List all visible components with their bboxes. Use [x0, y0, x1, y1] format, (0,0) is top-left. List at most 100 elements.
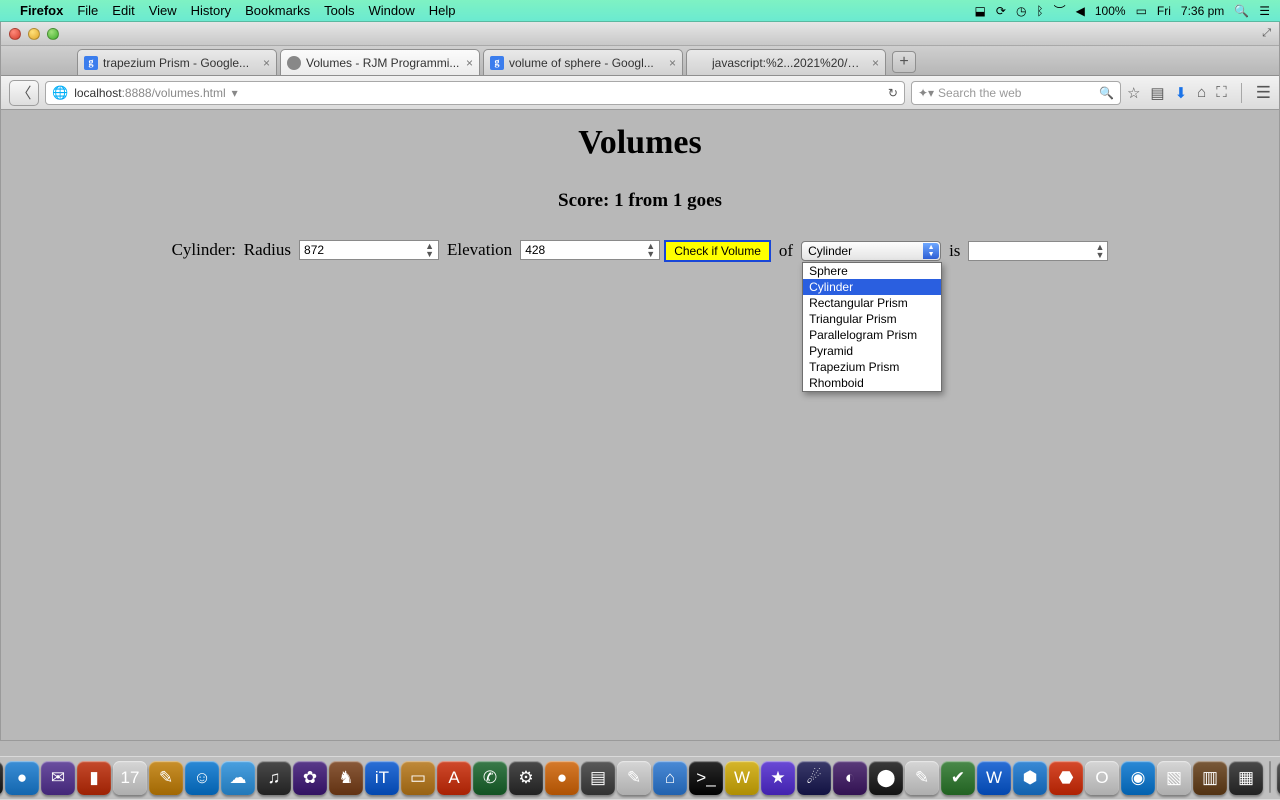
search-engine-icon[interactable]: ✦▾	[918, 86, 934, 100]
dock-app-6[interactable]: ✎	[149, 761, 183, 795]
dock-app-12[interactable]: iT	[365, 761, 399, 795]
tab-1[interactable]: Volumes - RJM Programmi...×	[280, 49, 480, 75]
menu-bookmarks[interactable]: Bookmarks	[245, 3, 310, 18]
dock-app-13[interactable]: ▭	[401, 761, 435, 795]
sync-icon[interactable]: ⟳	[996, 4, 1006, 18]
search-field[interactable]: ✦▾ Search the web 🔍	[911, 81, 1121, 105]
downloads-icon[interactable]: ⬇	[1175, 84, 1188, 102]
tab-0[interactable]: gtrapezium Prism - Google...×	[77, 49, 277, 75]
notification-center-icon[interactable]: ☰	[1259, 4, 1270, 18]
radius-stepper[interactable]: ▲▼	[425, 242, 434, 258]
url-dropdown-icon[interactable]: ▾	[232, 86, 238, 100]
clock-time[interactable]: 7:36 pm	[1181, 4, 1224, 18]
new-tab-button[interactable]: +	[892, 51, 916, 73]
zoom-window-button[interactable]	[47, 28, 59, 40]
dock-app-30[interactable]: ⬢	[1013, 761, 1047, 795]
clipboard-icon[interactable]: ▤	[1150, 84, 1164, 102]
dock-app-23[interactable]: ★	[761, 761, 795, 795]
dock-app-8[interactable]: ☁	[221, 761, 255, 795]
dock-app-24[interactable]: ☄	[797, 761, 831, 795]
menu-window[interactable]: Window	[369, 3, 415, 18]
dock-app-15[interactable]: ✆	[473, 761, 507, 795]
dock-app-20[interactable]: ⌂	[653, 761, 687, 795]
shape-option-sphere[interactable]: Sphere	[803, 263, 941, 279]
home-icon[interactable]: ⌂	[1197, 84, 1206, 101]
dock-app-19[interactable]: ✎	[617, 761, 651, 795]
dock-app-36[interactable]: ▦	[1229, 761, 1263, 795]
dock-app-34[interactable]: ▧	[1157, 761, 1191, 795]
tab-3[interactable]: javascript:%2...2021%20/%2021×	[686, 49, 886, 75]
clock-day[interactable]: Fri	[1157, 4, 1171, 18]
site-identity-icon[interactable]: 🌐	[52, 85, 68, 101]
minimize-window-button[interactable]	[28, 28, 40, 40]
radius-input[interactable]: 872 ▲▼	[299, 240, 439, 260]
spotlight-icon[interactable]: 🔍	[1234, 4, 1249, 18]
menu-help[interactable]: Help	[429, 3, 456, 18]
dock-app-4[interactable]: ▮	[77, 761, 111, 795]
shape-option-triangular-prism[interactable]: Triangular Prism	[803, 311, 941, 327]
shape-option-rectangular-prism[interactable]: Rectangular Prism	[803, 295, 941, 311]
back-button[interactable]: 〈	[9, 80, 39, 106]
answer-stepper[interactable]: ▲▼	[1096, 243, 1105, 259]
shape-option-cylinder[interactable]: Cylinder	[803, 279, 941, 295]
dock-app-31[interactable]: ⬣	[1049, 761, 1083, 795]
shape-option-pyramid[interactable]: Pyramid	[803, 343, 941, 359]
dock-app-26[interactable]: ⬤	[869, 761, 903, 795]
dock-app-33[interactable]: ◉	[1121, 761, 1155, 795]
shape-option-rhomboid[interactable]: Rhomboid	[803, 375, 941, 391]
shape-select[interactable]: Cylinder ▲▼ SphereCylinderRectangular Pr…	[801, 241, 941, 261]
url-field[interactable]: 🌐 localhost:8888/volumes.html ▾ ↻	[45, 81, 905, 105]
bookmark-star-icon[interactable]: ☆	[1127, 84, 1140, 102]
dropbox-icon[interactable]: ⬓	[975, 4, 986, 18]
menu-view[interactable]: View	[149, 3, 177, 18]
dock-app-21[interactable]: >_	[689, 761, 723, 795]
fullscreen-toggle-icon[interactable]: ⤢	[1262, 27, 1271, 40]
tab-close-icon[interactable]: ×	[263, 56, 270, 70]
tab-close-icon[interactable]: ×	[466, 56, 473, 70]
dock-app-18[interactable]: ▤	[581, 761, 615, 795]
dock-app-10[interactable]: ✿	[293, 761, 327, 795]
tab-close-icon[interactable]: ×	[872, 56, 879, 70]
dock-app-35[interactable]: ▥	[1193, 761, 1227, 795]
menu-history[interactable]: History	[191, 3, 231, 18]
volume-answer-input[interactable]: ▲▼	[968, 241, 1108, 261]
dock-app-1[interactable]: ✦	[0, 761, 3, 795]
menu-file[interactable]: File	[77, 3, 98, 18]
dock-app-16[interactable]: ⚙	[509, 761, 543, 795]
menu-tools[interactable]: Tools	[324, 3, 354, 18]
tab-close-icon[interactable]: ×	[669, 56, 676, 70]
close-window-button[interactable]	[9, 28, 21, 40]
tab-2[interactable]: gvolume of sphere - Googl...×	[483, 49, 683, 75]
dock-app-5[interactable]: 17	[113, 761, 147, 795]
dock-app-17[interactable]: ●	[545, 761, 579, 795]
shape-option-trapezium-prism[interactable]: Trapezium Prism	[803, 359, 941, 375]
dock-app-32[interactable]: O	[1085, 761, 1119, 795]
addon-icon[interactable]: ⛶	[1216, 84, 1227, 101]
elevation-stepper[interactable]: ▲▼	[646, 242, 655, 258]
timemachine-icon[interactable]: ◷	[1016, 4, 1026, 18]
dock-app-2[interactable]: ●	[5, 761, 39, 795]
dock-app-28[interactable]: ✔	[941, 761, 975, 795]
volume-icon[interactable]: ◀	[1076, 4, 1085, 18]
shape-option-parallelogram-prism[interactable]: Parallelogram Prism	[803, 327, 941, 343]
battery-icon[interactable]: ▭	[1136, 4, 1147, 18]
bluetooth-icon[interactable]: ᛒ	[1036, 4, 1043, 18]
search-icon[interactable]: 🔍	[1099, 86, 1114, 100]
dock-app-9[interactable]: ♫	[257, 761, 291, 795]
check-volume-button[interactable]: Check if Volume	[664, 240, 771, 262]
tab-strip: gtrapezium Prism - Google...×Volumes - R…	[1, 46, 1279, 76]
menu-icon[interactable]: ☰	[1256, 83, 1271, 103]
dock-app-27[interactable]: ✎	[905, 761, 939, 795]
dock-app-11[interactable]: ♞	[329, 761, 363, 795]
dock-app-7[interactable]: ☺	[185, 761, 219, 795]
dock-app-3[interactable]: ✉	[41, 761, 75, 795]
elevation-input[interactable]: 428 ▲▼	[520, 240, 660, 260]
dock-app-25[interactable]: ◐	[833, 761, 867, 795]
menu-edit[interactable]: Edit	[112, 3, 134, 18]
menubar-app-name[interactable]: Firefox	[20, 3, 63, 18]
reload-button[interactable]: ↻	[882, 86, 898, 100]
dock-app-14[interactable]: A	[437, 761, 471, 795]
wifi-icon[interactable]: ︶	[1054, 2, 1066, 19]
dock-app-22[interactable]: W	[725, 761, 759, 795]
dock-app-29[interactable]: W	[977, 761, 1011, 795]
